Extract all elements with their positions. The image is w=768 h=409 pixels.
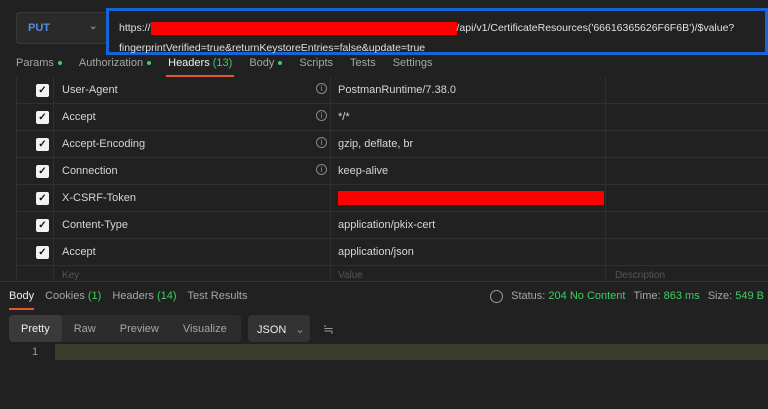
wrap-lines-icon[interactable]: ≒ (323, 322, 334, 338)
header-key[interactable]: Content-Type (62, 219, 128, 231)
line-number: 1 (32, 346, 39, 358)
header-row: ✓ Accept application/json (16, 239, 768, 266)
tab-label: Test Results (187, 290, 248, 302)
header-key[interactable]: Accept (62, 111, 96, 123)
response-status: Status: 204 No Content Time: 863 ms Size: … (482, 290, 764, 303)
time-label: Time: (633, 290, 661, 303)
tab-headers[interactable]: Headers (13) (166, 57, 235, 77)
tab-authorization[interactable]: Authorization (78, 57, 152, 77)
resp-tab-body[interactable]: Body (9, 290, 35, 310)
header-value[interactable]: PostmanRuntime/7.38.0 (338, 84, 456, 96)
network-globe-icon[interactable] (490, 290, 504, 303)
view-pretty[interactable]: Pretty (9, 315, 62, 342)
format-label: JSON (257, 324, 287, 336)
time-value[interactable]: 863 ms (664, 290, 700, 302)
view-raw[interactable]: Raw (62, 315, 108, 342)
enabled-checkbox[interactable]: ✓ (36, 84, 49, 97)
tab-count: (14) (156, 290, 177, 302)
enabled-checkbox[interactable]: ✓ (36, 138, 49, 151)
header-row: ✓ Accept-Encoding i gzip, deflate, br (16, 131, 768, 158)
tab-label: Tests (350, 57, 376, 69)
header-key[interactable]: X-CSRF-Token (62, 192, 136, 204)
view-visualize[interactable]: Visualize (171, 315, 239, 342)
chevron-down-icon: ⌄ (89, 21, 98, 32)
url-path: /api/v1/CertificateResources('6661636562… (456, 22, 735, 34)
tab-label: Scripts (299, 57, 334, 69)
status-value[interactable]: 204 No Content (548, 290, 625, 302)
enabled-checkbox[interactable]: ✓ (36, 219, 49, 232)
header-row: ✓ Connection i keep-alive (16, 158, 768, 185)
header-key[interactable]: Accept (62, 246, 96, 258)
enabled-checkbox[interactable]: ✓ (36, 192, 49, 205)
tab-label: Authorization (78, 57, 144, 69)
resp-tab-test-results[interactable]: Test Results (188, 290, 248, 302)
tab-settings[interactable]: Settings (393, 57, 433, 77)
status-dot (57, 61, 62, 66)
tab-label: Body (249, 57, 275, 69)
status-label: Status: (511, 290, 546, 303)
header-key[interactable]: Connection (62, 165, 118, 177)
tab-count: (13) (212, 57, 233, 69)
tab-tests[interactable]: Tests (350, 57, 376, 77)
header-value[interactable]: application/pkix-cert (338, 219, 435, 231)
resp-tab-headers[interactable]: Headers (14) (112, 290, 176, 302)
redacted-value (338, 191, 604, 205)
tab-scripts[interactable]: Scripts (299, 57, 333, 77)
url-input[interactable]: https:// /api/v1/CertificateResources('66… (106, 8, 768, 55)
info-icon[interactable]: i (316, 164, 327, 175)
method-select[interactable]: PUT ⌄ (16, 12, 111, 44)
enabled-checkbox[interactable]: ✓ (36, 111, 49, 124)
format-select[interactable]: JSON ⌄ (248, 315, 310, 342)
tab-label: Params (16, 57, 54, 69)
size-label: Size: (707, 290, 733, 303)
size-value[interactable]: 549 B (735, 290, 764, 302)
header-row: ✓ User-Agent i PostmanRuntime/7.38.0 (16, 77, 768, 104)
request-tabs: Params Authorization Headers (13) Body S… (16, 57, 449, 77)
info-icon[interactable]: i (316, 110, 327, 121)
tab-label: Headers (168, 57, 210, 69)
enabled-checkbox[interactable]: ✓ (36, 246, 49, 259)
tab-params[interactable]: Params (16, 57, 62, 77)
enabled-checkbox[interactable]: ✓ (36, 165, 49, 178)
tab-label: Settings (392, 57, 433, 69)
status-dot (278, 61, 283, 66)
info-icon[interactable]: i (316, 83, 327, 94)
chevron-down-icon: ⌄ (295, 324, 305, 336)
tab-body[interactable]: Body (249, 57, 283, 77)
status-dot (147, 61, 152, 66)
info-icon[interactable]: i (316, 137, 327, 148)
tab-label: Headers (112, 290, 154, 302)
view-mode-switcher: Pretty Raw Preview Visualize (9, 315, 241, 342)
header-value[interactable]: keep-alive (338, 165, 388, 177)
header-value[interactable]: application/json (338, 246, 414, 258)
tab-count: (1) (87, 290, 102, 302)
header-key[interactable]: Accept-Encoding (62, 138, 145, 150)
description-placeholder[interactable]: Description (615, 270, 665, 280)
url-prefix: https:// (119, 22, 151, 34)
redacted-host (150, 21, 457, 35)
tab-label: Cookies (45, 290, 85, 302)
url-query: fingerprintVerified=true&returnKeystoreE… (119, 42, 426, 54)
tab-label: Body (9, 290, 35, 302)
key-placeholder[interactable]: Key (62, 270, 79, 280)
editor-line[interactable] (55, 344, 768, 360)
header-row: ✓ Content-Type application/pkix-cert (16, 212, 768, 239)
resp-tab-cookies[interactable]: Cookies (1) (45, 290, 101, 302)
value-placeholder[interactable]: Value (338, 270, 363, 280)
header-row: ✓ Accept i */* (16, 104, 768, 131)
response-panel: Body Cookies (1) Headers (14) Test Resul… (0, 281, 768, 360)
header-value[interactable]: gzip, deflate, br (338, 138, 413, 150)
header-row: ✓ X-CSRF-Token (16, 185, 768, 212)
header-key[interactable]: User-Agent (62, 84, 118, 96)
view-preview[interactable]: Preview (108, 315, 171, 342)
method-label: PUT (28, 22, 50, 34)
header-value[interactable]: */* (338, 111, 350, 123)
